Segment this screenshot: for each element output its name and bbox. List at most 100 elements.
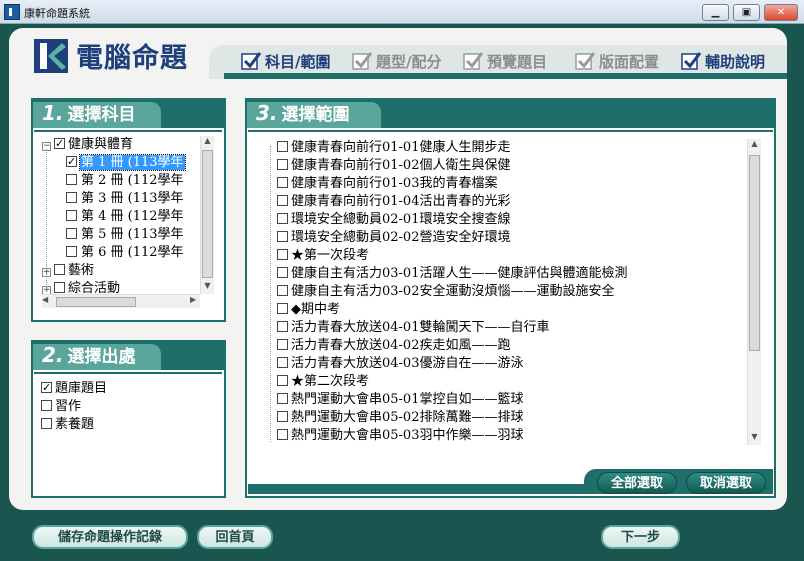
checkbox[interactable] xyxy=(277,231,288,242)
checkbox[interactable] xyxy=(277,375,288,386)
checkmark-icon xyxy=(352,52,372,70)
range-item[interactable]: 熱門運動大會串05-01掌控自如——籃球 xyxy=(277,391,523,409)
range-item[interactable]: ★第一次段考 xyxy=(277,247,369,265)
tree-node-subject[interactable]: + 綜合活動 xyxy=(42,280,120,294)
range-item[interactable]: 環境安全總動員02-02營造安全好環境 xyxy=(277,229,510,247)
tree-node-label: 第 6 冊 (112學年 xyxy=(81,245,184,260)
range-item-label: 活力青春大放送04-01雙輪闖天下——自行車 xyxy=(291,320,550,335)
checkbox[interactable] xyxy=(277,411,288,422)
checkbox[interactable] xyxy=(277,321,288,332)
range-item[interactable]: 活力青春大放送04-01雙輪闖天下——自行車 xyxy=(277,319,549,337)
range-item[interactable]: 健康青春向前行01-03我的青春檔案 xyxy=(277,175,497,193)
range-list-vscroll-thumb[interactable] xyxy=(749,155,760,351)
checkbox[interactable] xyxy=(54,264,65,275)
checkbox[interactable] xyxy=(277,195,288,206)
header: 電腦命題 科目/範圍 題型/配分 預覽題目 版面配置 輔助說明 xyxy=(9,28,787,86)
range-item-label: 熱門運動大會串05-02排除萬難——排球 xyxy=(291,410,524,425)
range-item[interactable]: 健康自主有活力03-02安全運動沒煩惱——運動設施安全 xyxy=(277,283,614,301)
source-option[interactable]: 素養題 xyxy=(41,416,94,434)
checkbox[interactable] xyxy=(66,246,77,257)
tree-node-volume[interactable]: 第 6 冊 (112學年 xyxy=(66,244,185,262)
range-item-label: ◆期中考 xyxy=(291,302,340,317)
range-item[interactable]: 熱門運動大會串05-03羽中作樂——羽球 xyxy=(277,427,523,445)
range-item-label: 健康自主有活力03-02安全運動沒煩惱——運動設施安全 xyxy=(291,284,615,299)
range-item[interactable]: 健康青春向前行01-01健康人生開步走 xyxy=(277,139,510,157)
subject-tree-vscroll[interactable]: ▲ ▼ xyxy=(200,136,214,294)
subject-tree-hscroll[interactable]: ◀ ▶ xyxy=(42,294,200,308)
save-log-button[interactable]: 儲存命題操作記錄 xyxy=(32,525,188,549)
minimize-button[interactable]: ▁ xyxy=(702,4,729,21)
step-label: 科目/範圍 xyxy=(265,53,331,71)
tree-node-label: 第 3 冊 (113學年 xyxy=(81,191,184,206)
checkbox[interactable] xyxy=(277,339,288,350)
checkbox[interactable] xyxy=(277,141,288,152)
range-item[interactable]: 健康青春向前行01-04活出青春的光彩 xyxy=(277,193,510,211)
tree-node-subject[interactable]: + 藝術 xyxy=(42,262,94,280)
checkbox[interactable] xyxy=(277,177,288,188)
source-option-label: 題庫題目 xyxy=(55,381,108,396)
range-item[interactable]: 活力青春大放送04-02疾走如風——跑 xyxy=(277,337,510,355)
restore-button[interactable]: ▣ xyxy=(733,4,760,21)
range-item[interactable]: 環境安全總動員02-01環境安全搜查線 xyxy=(277,211,510,229)
range-item-label: 熱門運動大會串05-03羽中作樂——羽球 xyxy=(291,428,524,443)
checkbox[interactable] xyxy=(41,400,52,411)
checkbox[interactable] xyxy=(277,429,288,440)
checkbox[interactable] xyxy=(54,136,65,153)
subject-tree-hscroll-thumb[interactable] xyxy=(56,297,136,307)
home-button[interactable]: 回首頁 xyxy=(197,525,273,549)
step-2[interactable]: 題型/配分 xyxy=(352,49,441,75)
source-option[interactable]: 習作 xyxy=(41,398,81,416)
logo-icon xyxy=(34,39,68,73)
close-button[interactable]: ✕ xyxy=(764,4,798,21)
checkbox[interactable] xyxy=(277,159,288,170)
range-item-label: 健康自主有活力03-01活躍人生——健康評估與體適能檢測 xyxy=(291,266,628,281)
range-item[interactable]: ◆期中考 xyxy=(277,301,340,319)
checkbox[interactable] xyxy=(66,174,77,185)
range-list[interactable]: 健康青春向前行01-01健康人生開步走 健康青春向前行01-02個人衛生與保健 健康… xyxy=(265,139,745,445)
subject-tree[interactable]: −健康與體育第 1 冊 (113學年第 2 冊 (112學年第 3 冊 (113… xyxy=(42,136,200,294)
checkbox[interactable] xyxy=(277,285,288,296)
checkbox[interactable] xyxy=(277,213,288,224)
tree-node-volume[interactable]: 第 4 冊 (112學年 xyxy=(66,208,185,226)
range-list-vscroll[interactable]: ▲ ▼ xyxy=(747,139,761,445)
range-item-label: 環境安全總動員02-01環境安全搜查線 xyxy=(291,212,511,227)
tree-node-volume[interactable]: 第 3 冊 (113學年 xyxy=(66,190,185,208)
source-option[interactable]: 題庫題目 xyxy=(41,379,108,398)
tree-node-volume[interactable]: 第 2 冊 (112學年 xyxy=(66,172,185,190)
range-item[interactable]: 健康自主有活力03-01活躍人生——健康評估與體適能檢測 xyxy=(277,265,627,283)
checkbox[interactable] xyxy=(66,228,77,239)
checkbox[interactable] xyxy=(66,192,77,203)
range-item[interactable]: 熱門運動大會串05-02排除萬難——排球 xyxy=(277,409,523,427)
checkbox[interactable] xyxy=(277,267,288,278)
source-option-label: 素養題 xyxy=(55,417,95,432)
checkbox[interactable] xyxy=(277,303,288,314)
range-item[interactable]: 健康青春向前行01-02個人衛生與保健 xyxy=(277,157,510,175)
range-item-label: ★第二次段考 xyxy=(291,374,370,389)
range-item[interactable]: 活力青春大放送04-03優游自在——游泳 xyxy=(277,355,523,373)
range-item-label: 熱門運動大會串05-01掌控自如——籃球 xyxy=(291,392,524,407)
checkbox[interactable] xyxy=(54,282,65,293)
range-item[interactable]: ★第二次段考 xyxy=(277,373,369,391)
tree-node-volume[interactable]: 第 5 冊 (113學年 xyxy=(66,226,185,244)
deselect-all-button[interactable]: 取消選取 xyxy=(686,472,766,494)
checkbox[interactable] xyxy=(41,418,52,429)
step-5[interactable]: 輔助說明 xyxy=(681,49,765,75)
step-label: 版面配置 xyxy=(599,53,660,71)
checkbox[interactable] xyxy=(277,393,288,404)
subject-tree-vscroll-thumb[interactable] xyxy=(202,150,213,278)
checkbox[interactable] xyxy=(66,210,77,221)
step-1[interactable]: 科目/範圍 xyxy=(241,49,330,75)
tree-node-label: 綜合活動 xyxy=(68,281,121,294)
step-3[interactable]: 預覽題目 xyxy=(463,49,547,75)
checkmark-icon xyxy=(681,52,701,70)
checkbox[interactable] xyxy=(277,357,288,368)
select-all-button[interactable]: 全部選取 xyxy=(597,472,677,494)
step-4[interactable]: 版面配置 xyxy=(575,49,659,75)
checkmark-icon xyxy=(575,52,595,70)
tree-node-volume[interactable]: 第 1 冊 (113學年 xyxy=(66,153,186,172)
next-button[interactable]: 下一步 xyxy=(601,525,680,549)
checkbox[interactable] xyxy=(41,379,52,397)
checkbox[interactable] xyxy=(277,249,288,260)
checkbox[interactable] xyxy=(66,153,77,171)
tree-node-subject[interactable]: −健康與體育 xyxy=(42,136,133,154)
